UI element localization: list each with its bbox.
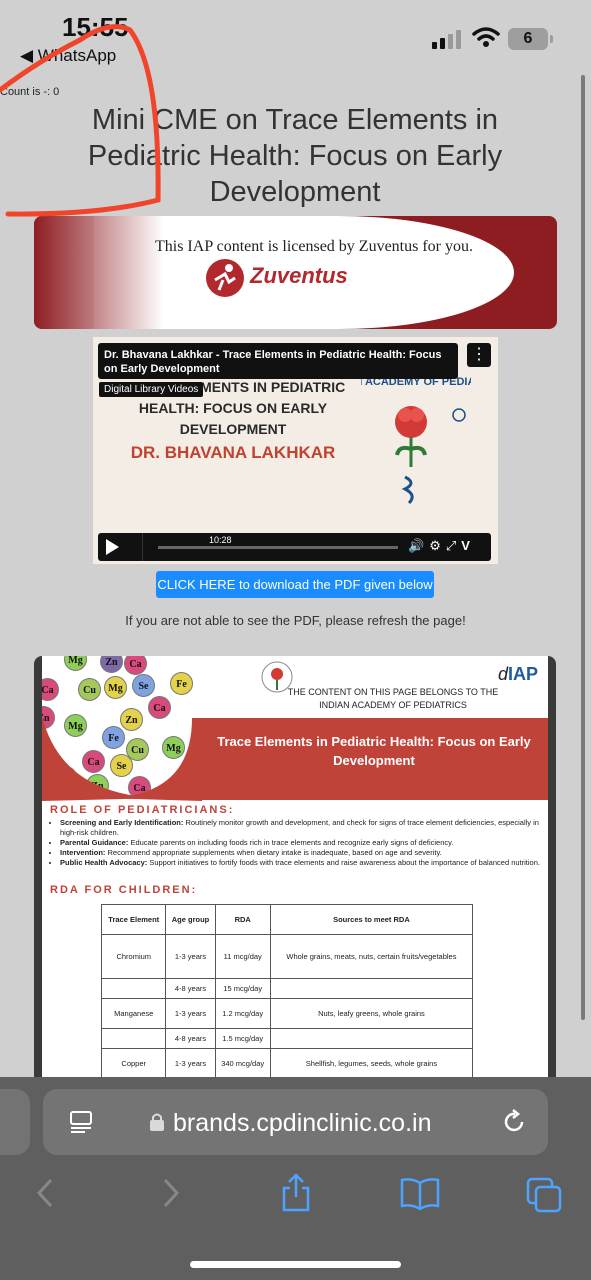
role-heading: ROLE OF PEDIATRICIANS: xyxy=(50,804,235,816)
rda-table: Trace Element Age group RDA Sources to meet… xyxy=(100,904,474,1079)
role-bullet-text: Recommend appropriate supplements when d… xyxy=(105,848,442,857)
battery-icon: 6 xyxy=(508,28,553,50)
table-cell: Whole grains, meats, nuts, certain fruit… xyxy=(269,934,474,979)
screen: 15:55 ◀ WhatsApp 6 Count is -: 0 Mini CM… xyxy=(0,0,591,1280)
table-cell: Shellfish, legumes, seeds, whole grains xyxy=(269,1048,474,1079)
table-row: 4-8 years 15 mcg/day xyxy=(100,978,474,999)
table-cell xyxy=(100,978,167,999)
previous-tab-preview[interactable] xyxy=(0,1089,30,1155)
table-header-cell: Sources to meet RDA xyxy=(269,904,474,935)
video-more-icon[interactable]: ⋮ xyxy=(467,343,491,367)
lock-icon xyxy=(150,1113,164,1131)
browser-toolbar: brands.cpdinclinic.co.in xyxy=(0,1077,591,1280)
table-row: Manganese 1-3 years 1.2 mcg/day Nuts, leafy… xyxy=(100,998,474,1029)
address-bar[interactable]: brands.cpdinclinic.co.in xyxy=(43,1089,548,1155)
table-cell: Copper xyxy=(100,1048,167,1079)
table-cell: Nuts, leafy greens, whole grains xyxy=(269,998,474,1029)
table-header-cell: Trace Element xyxy=(100,904,167,935)
role-bullet-text: Support initiatives to fortify foods wit… xyxy=(147,858,540,867)
cellular-signal-icon xyxy=(432,30,461,49)
download-pdf-button[interactable]: CLICK HERE to download the PDF given bel… xyxy=(156,571,434,598)
table-row: 4-8 years 1.5 mcg/day xyxy=(100,1028,474,1049)
iap-emblem-icon: INDIAN ACADEMY OF PEDIATRICS xyxy=(361,376,471,505)
fullscreen-icon[interactable]: ⤢ xyxy=(446,538,461,553)
table-cell: 15 mcg/day xyxy=(214,978,271,999)
red-annotation-stroke xyxy=(0,24,161,217)
reload-icon[interactable] xyxy=(501,1109,527,1135)
table-cell xyxy=(269,1028,474,1049)
forward-icon[interactable] xyxy=(160,1177,182,1209)
table-cell: 4-8 years xyxy=(165,1028,216,1049)
pdf-viewer[interactable]: MgZnCaCaCuMgSeFeCaZnMgFeZnCaCuMgSeZnCaCr… xyxy=(34,656,556,1086)
iap-logo-text: IAP xyxy=(508,664,539,684)
play-icon xyxy=(106,539,119,555)
pdf-ownership-note: THE CONTENT ON THIS PAGE BELONGS TO THE … xyxy=(287,687,499,710)
table-cell: 340 mcg/day xyxy=(214,1048,271,1079)
role-bullet: Screening and Early Identification: Rout… xyxy=(60,818,542,838)
role-bullet: Intervention: Recommend appropriate supp… xyxy=(60,848,542,858)
tabs-icon[interactable] xyxy=(526,1177,564,1215)
play-button[interactable] xyxy=(98,533,143,561)
video-title[interactable]: Dr. Bhavana Lakhkar - Trace Elements in … xyxy=(98,343,458,379)
zuventus-brand-name: Zuventus xyxy=(250,263,348,288)
table-cell: Manganese xyxy=(100,998,167,1029)
table-cell: 1-3 years xyxy=(165,934,216,979)
role-bullet-lead: Public Health Advocacy: xyxy=(60,858,148,867)
table-cell: 1.5 mcg/day xyxy=(214,1028,271,1049)
table-row: Copper 1-3 years 340 mcg/day Shellfish, leg… xyxy=(100,1048,474,1079)
zuventus-logo-icon xyxy=(206,259,244,297)
home-indicator[interactable] xyxy=(190,1261,401,1268)
role-bullet: Public Health Advocacy: Support initiati… xyxy=(60,858,542,868)
vimeo-icon[interactable]: V xyxy=(461,538,475,553)
video-duration: 10:28 xyxy=(206,534,235,546)
volume-icon[interactable]: 🔊 xyxy=(408,538,429,553)
bookmarks-icon[interactable] xyxy=(400,1177,440,1211)
settings-icon[interactable]: ⚙ xyxy=(429,538,446,553)
video-channel-badge[interactable]: Digital Library Videos xyxy=(99,382,204,397)
refresh-note: If you are not able to see the PDF, plea… xyxy=(125,613,466,628)
pdf-page: MgZnCaCaCuMgSeFeCaZnMgFeZnCaCuMgSeZnCaCr… xyxy=(42,656,548,1086)
share-icon[interactable] xyxy=(280,1173,312,1213)
back-icon[interactable] xyxy=(34,1177,56,1209)
table-cell xyxy=(100,1028,167,1049)
role-bullet-lead: Intervention: xyxy=(60,848,106,857)
table-cell: 1.2 mcg/day xyxy=(214,998,271,1029)
table-cell: 1-3 years xyxy=(165,998,216,1029)
table-cell: Chromium xyxy=(100,934,167,979)
video-player[interactable]: TRACE ELEMENTS IN PEDIATRIC HEALTH: FOCU… xyxy=(93,337,498,564)
banner-license-text: This IAP content is licensed by Zuventus… xyxy=(154,238,474,255)
table-row: Chromium 1-3 years 11 mcg/day Whole grains,… xyxy=(100,934,474,979)
table-header-cell: Age group xyxy=(165,904,216,935)
video-controls: 10:28 🔊⚙⤢V xyxy=(98,533,491,561)
video-speaker-name: DR. BHAVANA LAKHKAR xyxy=(130,443,336,462)
role-bullet-lead: Screening and Early Identification: xyxy=(60,818,184,827)
iap-logo: dIAP xyxy=(498,664,539,684)
table-header-cell: RDA xyxy=(214,904,271,935)
url-text: brands.cpdinclinic.co.in xyxy=(173,1109,432,1137)
role-bullet-lead: Parental Guidance: xyxy=(60,838,129,847)
page-menu-icon[interactable] xyxy=(69,1110,93,1134)
rda-heading: RDA FOR CHILDREN: xyxy=(50,884,198,896)
role-bullet-list: Screening and Early Identification: Rout… xyxy=(50,818,542,868)
table-cell: 4-8 years xyxy=(165,978,216,999)
table-cell: 11 mcg/day xyxy=(214,934,271,979)
pdf-band-title: Trace Elements in Pediatric Health: Focu… xyxy=(217,734,531,768)
wifi-icon xyxy=(472,27,500,47)
role-bullet-text: Educate parents on including foods rich … xyxy=(128,838,454,847)
table-cell xyxy=(269,978,474,999)
role-bullet: Parental Guidance: Educate parents on in… xyxy=(60,838,542,848)
table-cell: 1-3 years xyxy=(165,1048,216,1079)
page-scrollbar[interactable] xyxy=(581,75,585,1020)
red-arc-decoration xyxy=(42,716,202,801)
video-progress-bar[interactable]: 10:28 xyxy=(158,534,398,549)
